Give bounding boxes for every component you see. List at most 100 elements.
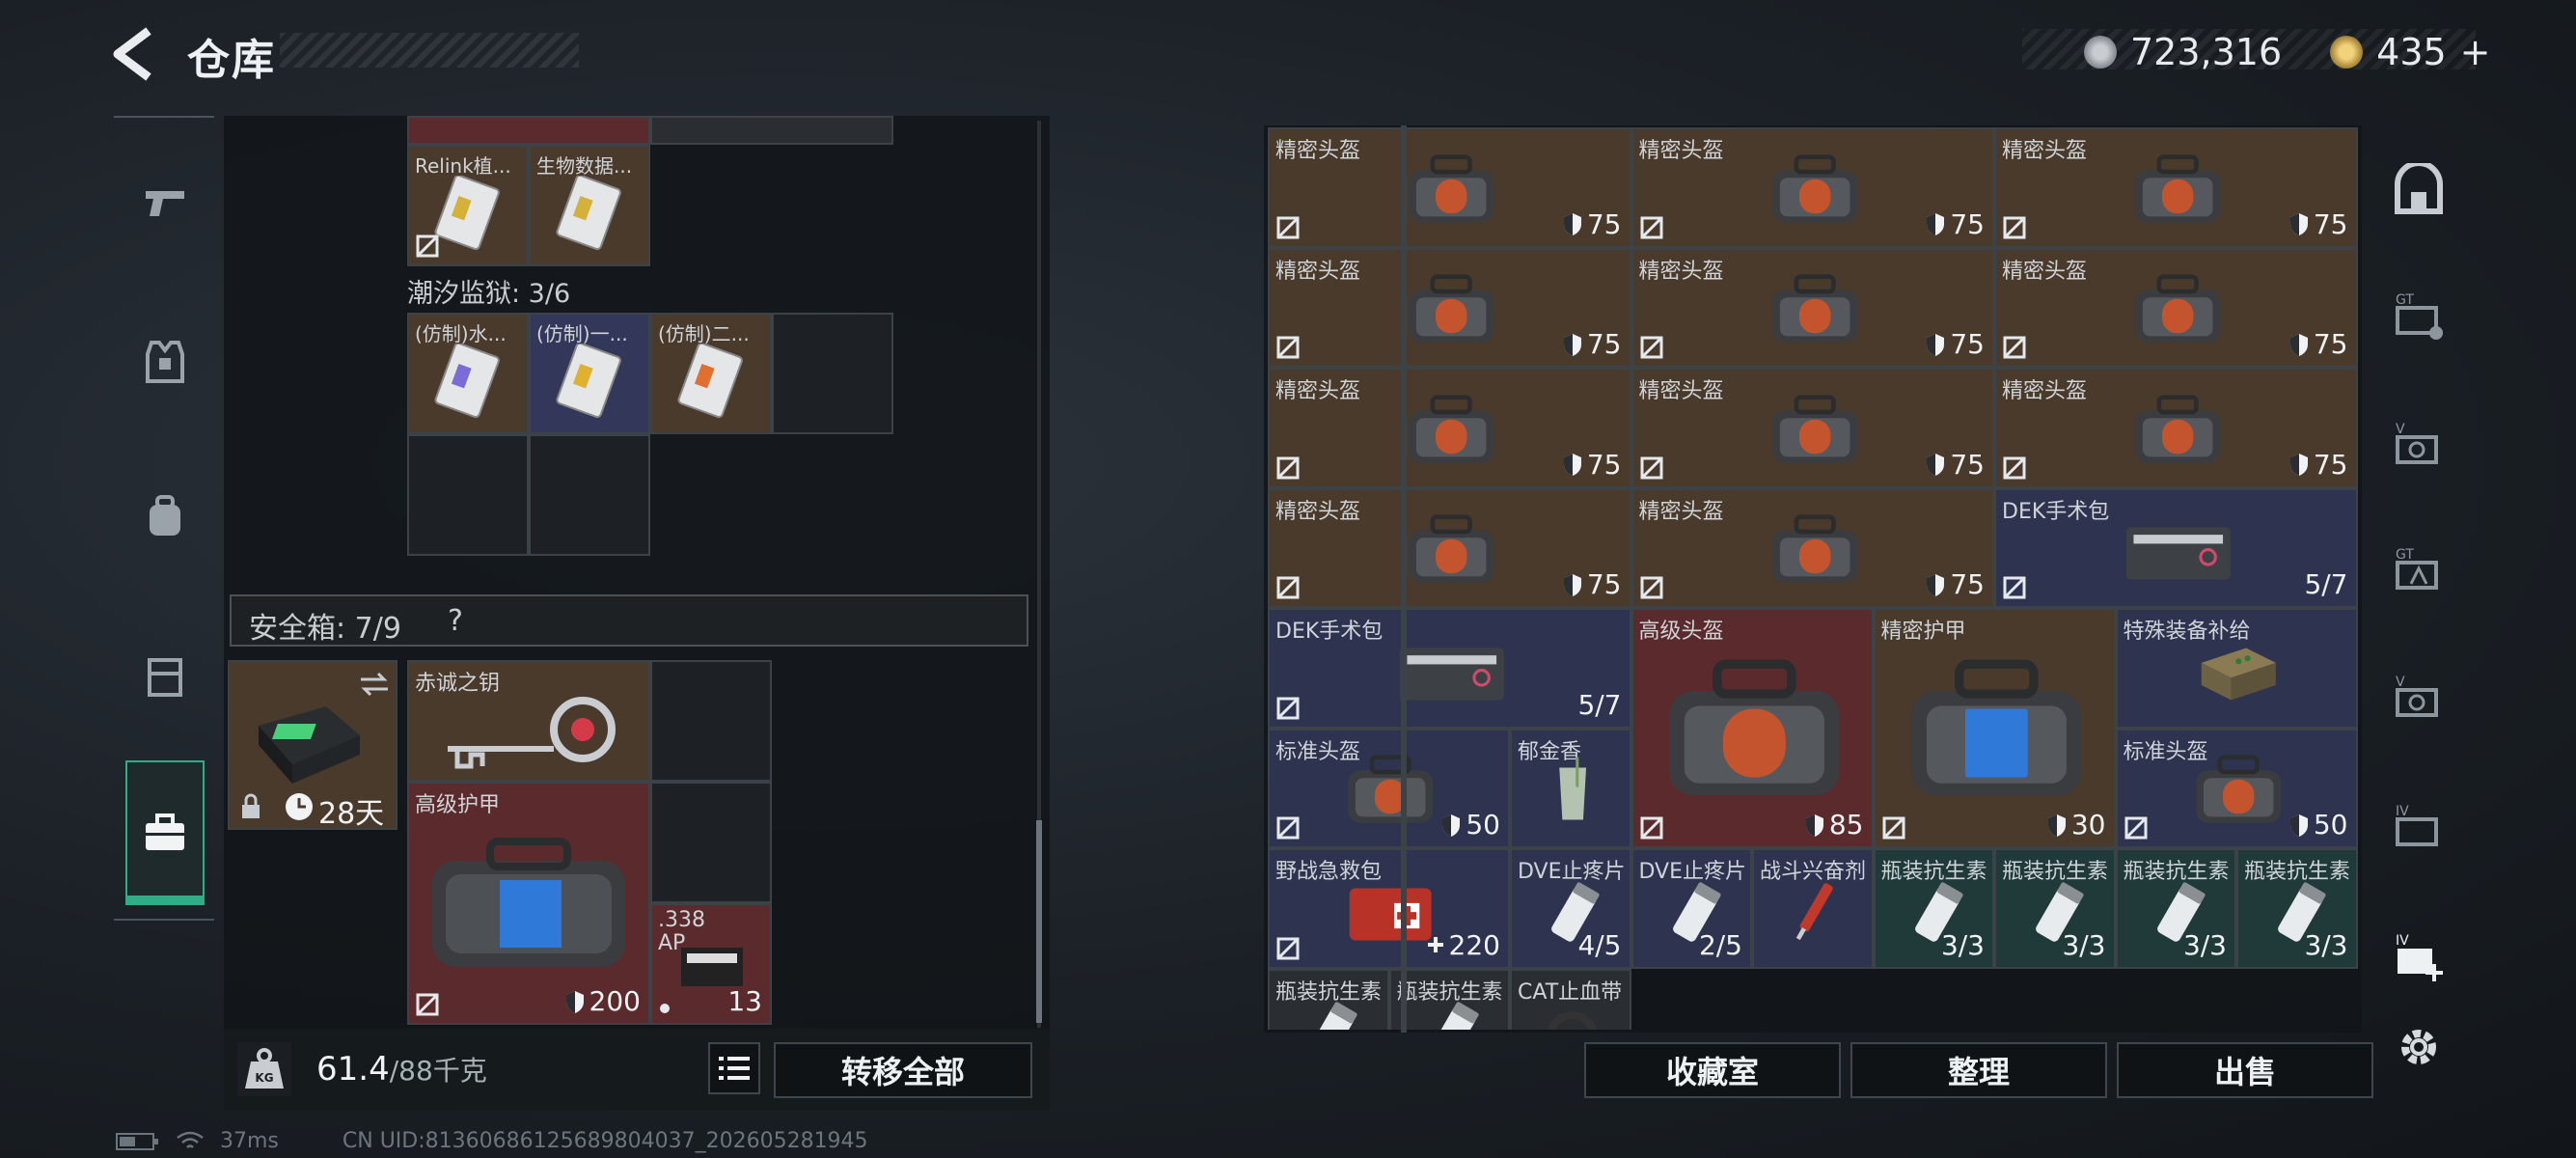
list-icon	[719, 1057, 750, 1080]
stash-item-value: 75	[2288, 449, 2348, 481]
item-advanced-armor[interactable]: 高级护甲 200	[407, 782, 650, 1025]
sidebar-tab-backpack[interactable]	[125, 463, 205, 569]
gold-coin-icon	[2330, 36, 2364, 69]
safe-case[interactable]: 28天	[228, 660, 397, 831]
stash-item[interactable]: 高级头盔 85	[1631, 608, 1874, 848]
stash-page-icon: GT	[2396, 547, 2438, 590]
stash-item[interactable]: 瓶装抗生素 3/3	[2115, 848, 2236, 969]
organize-button[interactable]: 整理	[1850, 1042, 2107, 1098]
stash-item[interactable]: 精密头盔 75	[1631, 487, 1994, 608]
stash-item[interactable]: 瓶装抗生素 3/3	[1873, 848, 1994, 969]
stash-item-value: 5/7	[2304, 568, 2348, 600]
tourniquet-icon	[1512, 992, 1633, 1030]
stash-page-icon: IV	[2396, 804, 2438, 846]
stash-item-value: 75	[1562, 449, 1622, 481]
stash-item[interactable]: 精密护甲 30	[1873, 608, 2116, 848]
stash-item-value: 3/3	[2062, 928, 2106, 961]
stash-page-1[interactable]: GT	[2389, 286, 2449, 345]
stash-item[interactable]: 精密头盔 75	[1994, 368, 2358, 488]
stash-item[interactable]: 精密头盔 75	[1631, 247, 1994, 368]
safebox-header: 安全箱: 7/9 ?	[230, 594, 1028, 647]
stash-page-5[interactable]: IV	[2389, 797, 2449, 857]
add-stash-page-button[interactable]: IV	[2389, 926, 2449, 986]
safebox-help-button[interactable]: ?	[448, 604, 463, 638]
stash-item[interactable]: 精密头盔 75	[1268, 127, 1631, 248]
item-ammo-338[interactable]: .338 AP 13	[650, 903, 772, 1025]
stash-scrollbar[interactable]	[1401, 125, 1407, 1033]
stash-page-3[interactable]: GT	[2389, 540, 2449, 600]
stash-item[interactable]: 精密头盔 75	[1994, 127, 2358, 248]
back-button[interactable]	[108, 27, 158, 81]
shield-icon	[2289, 213, 2308, 235]
stash-item-value: 50	[1440, 809, 1500, 841]
stash-item[interactable]: 特殊装备补给	[2115, 608, 2359, 729]
item-replica-3[interactable]: (仿制)二...	[650, 313, 772, 434]
stash-item[interactable]: DEK手术包 5/7	[1994, 487, 2358, 608]
stash-item[interactable]: DVE止疼片 2/5	[1631, 848, 1752, 969]
item-relink[interactable]: Relink植...	[407, 145, 529, 266]
stash-item-value: 75	[1925, 208, 1985, 240]
list-view-button[interactable]	[708, 1042, 760, 1094]
no-trade-icon	[1882, 816, 1905, 840]
sidebar-tab-armor[interactable]	[125, 309, 205, 415]
svg-text:GT: GT	[2396, 292, 2414, 308]
empty-slot[interactable]	[650, 660, 772, 782]
drink-icon	[1512, 752, 1633, 830]
stash-item[interactable]: 精密头盔 75	[1268, 247, 1631, 368]
stash-item[interactable]: 精密头盔 75	[1268, 368, 1631, 488]
stash-item[interactable]: 郁金香	[1510, 728, 1633, 848]
vest-icon	[146, 341, 184, 383]
item-replica-2[interactable]: (仿制)一...	[529, 313, 650, 434]
item-biodata[interactable]: 生物数据...	[529, 145, 650, 266]
stash-page-2[interactable]: V	[2389, 415, 2449, 475]
stash-item[interactable]: 战斗兴奋剂	[1752, 848, 1874, 969]
sidebar-tab-weapons[interactable]	[125, 150, 205, 256]
empty-slot[interactable]	[650, 782, 772, 903]
stash-item[interactable]: 精密头盔 75	[1631, 368, 1994, 488]
stash-item[interactable]: 精密头盔 75	[1994, 247, 2358, 368]
empty-slot[interactable]	[407, 434, 529, 556]
heal-plus-icon	[1427, 937, 1443, 952]
card-icon	[556, 176, 621, 251]
no-trade-icon	[1276, 216, 1300, 238]
stash-item-value: 50	[2288, 809, 2348, 841]
swap-icon[interactable]	[357, 670, 392, 699]
stash-item[interactable]: 瓶装抗生素	[1268, 968, 1391, 1030]
pill-bottle-icon	[1270, 992, 1391, 1030]
stash-page-4[interactable]: V	[2389, 668, 2449, 728]
sidebar-tab-rig[interactable]	[125, 622, 205, 729]
stash-item[interactable]: DEK手术包 5/7	[1268, 608, 1631, 729]
page-title: 仓库	[187, 36, 276, 85]
stash-item[interactable]: DVE止疼片 4/5	[1510, 848, 1631, 969]
supply-crate-icon	[2118, 631, 2359, 709]
settings-button[interactable]	[2389, 1017, 2449, 1077]
svg-text:GT: GT	[2396, 547, 2414, 563]
stash-item[interactable]: CAT止血带	[1510, 968, 1633, 1030]
shield-icon	[1927, 333, 1945, 356]
stash-item[interactable]: 野战急救包 220	[1268, 848, 1510, 969]
stash-item[interactable]: 瓶装抗生素	[1388, 968, 1510, 1030]
shield-icon	[2047, 813, 2066, 837]
add-gold-button[interactable]: +	[2460, 31, 2491, 73]
pistol-icon	[146, 191, 184, 216]
partial-item-row	[407, 116, 650, 145]
empty-slot[interactable]	[772, 313, 893, 434]
stash-item[interactable]: 标准头盔 50	[1268, 728, 1510, 848]
no-trade-icon	[1640, 216, 1662, 238]
empty-slot[interactable]	[529, 434, 650, 556]
item-replica-1[interactable]: (仿制)水...	[407, 313, 529, 434]
stash-item[interactable]: 精密头盔 75	[1631, 127, 1994, 248]
collection-room-button[interactable]: 收藏室	[1584, 1042, 1841, 1098]
sell-button[interactable]: 出售	[2117, 1042, 2373, 1098]
stash-item[interactable]: 标准头盔 50	[2115, 728, 2358, 848]
prison-label: 潮汐监狱: 3/6	[407, 279, 571, 309]
stash-page-main[interactable]	[2389, 160, 2449, 220]
transfer-all-button[interactable]: 转移全部	[774, 1042, 1032, 1098]
sidebar-tab-safebox[interactable]	[125, 760, 205, 905]
left-scrollbar-thumb[interactable]	[1036, 820, 1042, 1023]
clock-icon	[286, 793, 313, 820]
item-key[interactable]: 赤诚之钥	[407, 660, 650, 782]
stash-item[interactable]: 瓶装抗生素 3/3	[1994, 848, 2116, 969]
stash-item[interactable]: 精密头盔 75	[1268, 487, 1631, 608]
stash-item[interactable]: 瓶装抗生素 3/3	[2236, 848, 2358, 969]
